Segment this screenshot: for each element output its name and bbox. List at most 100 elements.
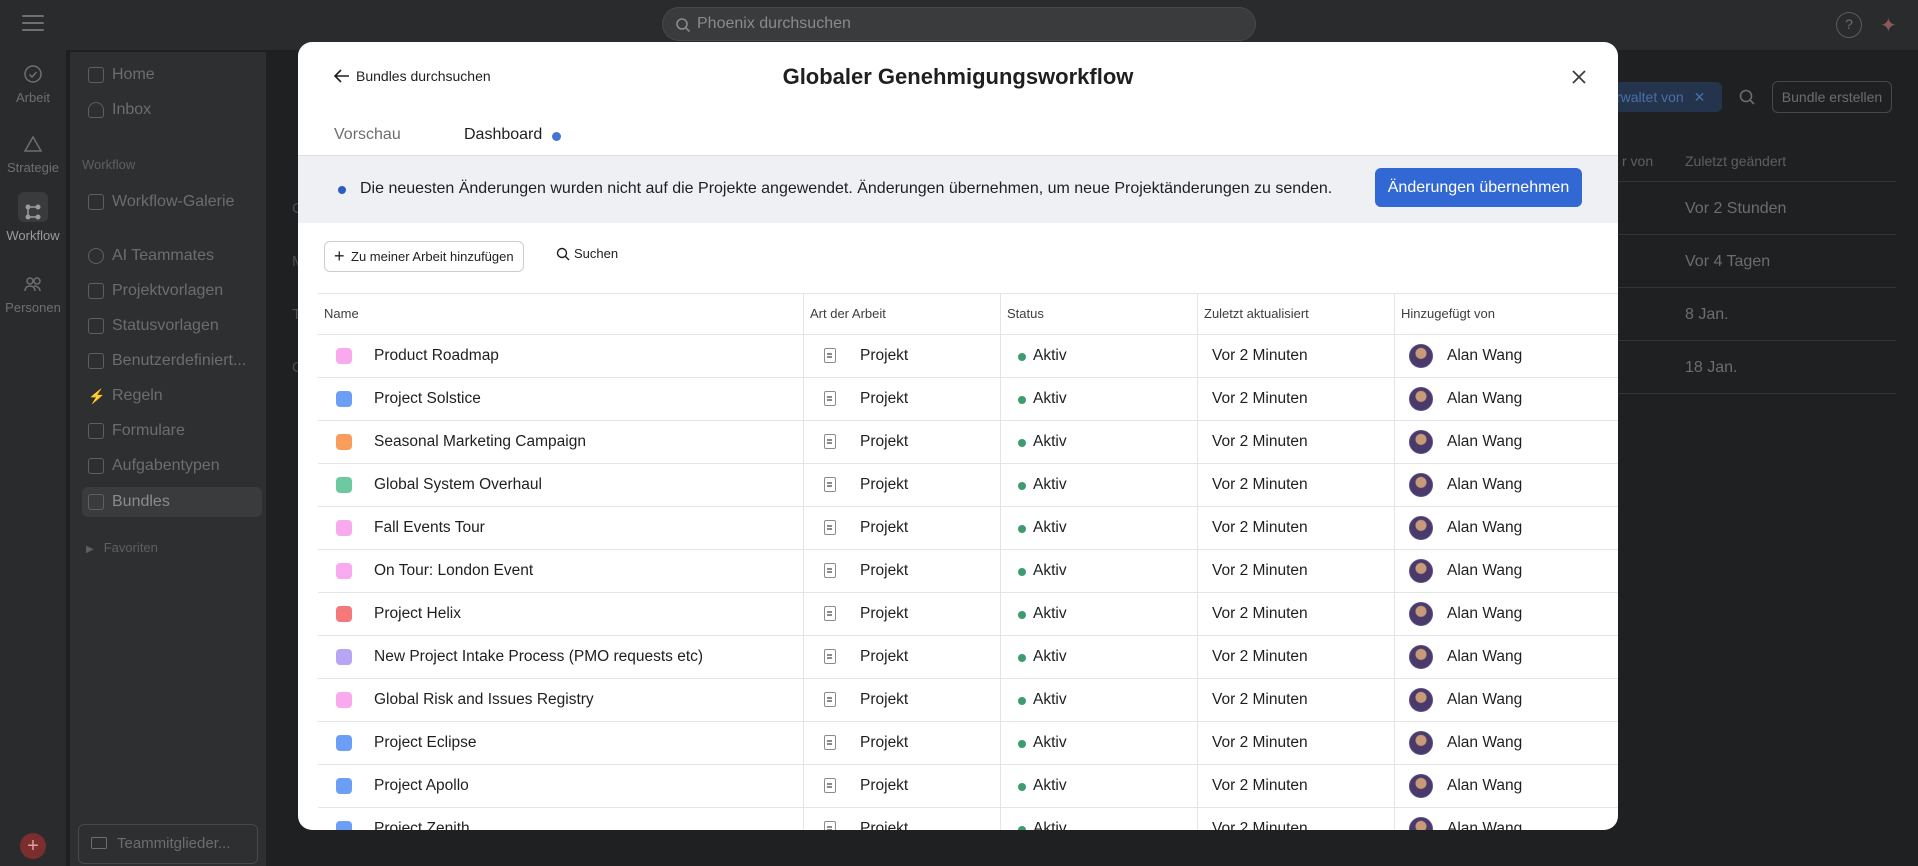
sidebar-item-project-templates[interactable]: Projektvorlagen xyxy=(82,276,262,306)
create-bundle-button[interactable]: Bundle erstellen xyxy=(1772,81,1892,113)
table-row[interactable]: Project Apollo Projekt Aktiv Vor 2 Minuten A… xyxy=(318,765,1618,808)
sidebar-item-home[interactable]: Home xyxy=(82,60,262,90)
project-color-swatch xyxy=(336,391,352,407)
table-row[interactable]: Project Eclipse Projekt Aktiv Vor 2 Minuten… xyxy=(318,722,1618,765)
avatar[interactable] xyxy=(1409,688,1433,712)
apply-changes-button[interactable]: Änderungen übernehmen xyxy=(1375,168,1582,207)
sidebar-item-custom-fields[interactable]: Benutzerdefiniert... xyxy=(82,346,262,376)
name-cell[interactable]: Fall Events Tour xyxy=(318,507,804,549)
table-row[interactable]: Project Helix Projekt Aktiv Vor 2 Minuten Al… xyxy=(318,593,1618,636)
bell-icon xyxy=(88,102,104,118)
sidebar-item-bundles[interactable]: Bundles xyxy=(82,487,262,517)
sidebar-item-label: Home xyxy=(112,66,155,83)
avatar[interactable] xyxy=(1409,344,1433,368)
table-row[interactable]: Global System Overhaul Projekt Aktiv Vor 2 … xyxy=(318,464,1618,507)
name-cell[interactable]: Project Eclipse xyxy=(318,722,804,764)
bundle-modal: Bundles durchsuchen Globaler Genehmigung… xyxy=(298,42,1618,830)
table-row[interactable]: New Project Intake Process (PMO requests… xyxy=(318,636,1618,679)
table-row[interactable]: Global Risk and Issues Registry Projekt Ak… xyxy=(318,679,1618,722)
project-color-swatch xyxy=(336,606,352,622)
column-header-status[interactable]: Status xyxy=(1001,294,1198,335)
updated-text: Vor 2 Minuten xyxy=(1212,433,1308,450)
status-icon xyxy=(88,318,104,334)
avatar[interactable] xyxy=(1409,731,1433,755)
name-cell[interactable]: On Tour: London Event xyxy=(318,550,804,592)
table-row[interactable]: Project Solstice Projekt Aktiv Vor 2 Minute… xyxy=(318,378,1618,421)
search-icon[interactable] xyxy=(1738,88,1756,106)
table-header: Name Art der Arbeit Status Zuletzt aktua… xyxy=(318,293,1618,335)
avatar[interactable] xyxy=(1409,645,1433,669)
name-cell[interactable]: Global Risk and Issues Registry xyxy=(318,679,804,721)
sidebar-section-favorites[interactable]: ▶ Favoriten xyxy=(86,540,158,555)
avatar[interactable] xyxy=(1409,473,1433,497)
project-color-swatch xyxy=(336,692,352,708)
table-row[interactable]: Seasonal Marketing Campaign Projekt Aktiv V… xyxy=(318,421,1618,464)
sidebar-item-forms[interactable]: Formulare xyxy=(82,416,262,446)
global-search-input[interactable]: Phoenix durchsuchen xyxy=(662,7,1256,41)
ai-sparkle-icon[interactable]: ✦ xyxy=(1880,13,1897,38)
avatar[interactable] xyxy=(1409,817,1433,830)
avatar[interactable] xyxy=(1409,559,1433,583)
name-cell[interactable]: New Project Intake Process (PMO requests… xyxy=(318,636,804,678)
rail-item-strategie[interactable]: Strategie xyxy=(0,134,66,175)
sidebar-item-rules[interactable]: ⚡ Regeln xyxy=(82,381,262,411)
added-by-name: Alan Wang xyxy=(1447,648,1523,665)
avatar[interactable] xyxy=(1409,516,1433,540)
sidebar-item-ai-teammates[interactable]: AI Teammates xyxy=(82,241,262,271)
close-icon[interactable]: ✕ xyxy=(1694,89,1706,105)
menu-icon[interactable] xyxy=(22,15,44,33)
type-cell: Projekt xyxy=(804,507,1001,549)
filter-chip[interactable]: rwaltet von ✕ xyxy=(1612,82,1722,112)
avatar[interactable] xyxy=(1409,602,1433,626)
name-cell[interactable]: Project Apollo xyxy=(318,765,804,807)
rail-item-personen[interactable]: Personen xyxy=(0,274,66,315)
type-cell: Projekt xyxy=(804,722,1001,764)
status-dot xyxy=(1018,697,1026,705)
table-row[interactable]: Project Zenith Projekt Aktiv Vor 2 Minuten A… xyxy=(318,808,1618,830)
create-button[interactable]: + xyxy=(20,833,46,859)
rail-item-arbeit[interactable]: Arbeit xyxy=(0,64,66,105)
tab-preview[interactable]: Vorschau xyxy=(334,126,401,158)
table-row[interactable]: Product Roadmap Projekt Aktiv Vor 2 Minuten… xyxy=(318,335,1618,378)
sidebar-item-task-types[interactable]: Aufgabentypen xyxy=(82,451,262,481)
updated-text: Vor 2 Minuten xyxy=(1212,777,1308,794)
updated-cell: Vor 2 Minuten xyxy=(1198,722,1395,764)
status-dot xyxy=(1018,611,1026,619)
updated-text: Vor 2 Minuten xyxy=(1212,734,1308,751)
column-header-type[interactable]: Art der Arbeit xyxy=(804,294,1001,335)
help-button[interactable]: ? xyxy=(1836,12,1862,38)
column-header-updated[interactable]: Zuletzt aktualisiert xyxy=(1198,294,1395,335)
type-cell: Projekt xyxy=(804,421,1001,463)
name-cell[interactable]: Seasonal Marketing Campaign xyxy=(318,421,804,463)
added-by-cell: Alan Wang xyxy=(1395,722,1618,764)
avatar[interactable] xyxy=(1409,387,1433,411)
search-button[interactable]: Suchen xyxy=(556,246,618,261)
name-cell[interactable]: Global System Overhaul xyxy=(318,464,804,506)
sidebar-item-inbox[interactable]: Inbox xyxy=(82,95,262,125)
project-name: Project Solstice xyxy=(374,390,481,407)
status-text: Aktiv xyxy=(1033,562,1067,579)
sidebar-item-status-templates[interactable]: Statusvorlagen xyxy=(82,311,262,341)
name-cell[interactable]: Product Roadmap xyxy=(318,335,804,377)
name-cell[interactable]: Project Helix xyxy=(318,593,804,635)
rail-item-workflow[interactable]: Workflow xyxy=(0,192,66,243)
table-row[interactable]: Fall Events Tour Projekt Aktiv Vor 2 Minute… xyxy=(318,507,1618,550)
clipboard-icon xyxy=(824,778,836,793)
add-to-my-work-button[interactable]: + Zu meiner Arbeit hinzufügen xyxy=(324,241,524,272)
table-row[interactable]: On Tour: London Event Projekt Aktiv Vor 2 M… xyxy=(318,550,1618,593)
people-icon xyxy=(24,277,41,292)
tab-dashboard[interactable]: Dashboard xyxy=(464,126,543,158)
sidebar-item-workflow-gallery[interactable]: Workflow-Galerie xyxy=(82,187,262,217)
work-type: Projekt xyxy=(860,476,909,493)
added-by-name: Alan Wang xyxy=(1447,476,1523,493)
name-cell[interactable]: Project Solstice xyxy=(318,378,804,420)
avatar[interactable] xyxy=(1409,774,1433,798)
unsaved-dot xyxy=(552,132,561,141)
name-cell[interactable]: Project Zenith xyxy=(318,808,804,830)
column-header-added-by[interactable]: Hinzugefügt von xyxy=(1395,294,1618,335)
avatar[interactable] xyxy=(1409,430,1433,454)
close-icon[interactable] xyxy=(1568,66,1590,88)
status-cell: Aktiv xyxy=(1001,765,1198,807)
invite-teammates-button[interactable]: Teammitglieder... xyxy=(78,824,258,864)
column-header-name[interactable]: Name xyxy=(318,294,804,335)
